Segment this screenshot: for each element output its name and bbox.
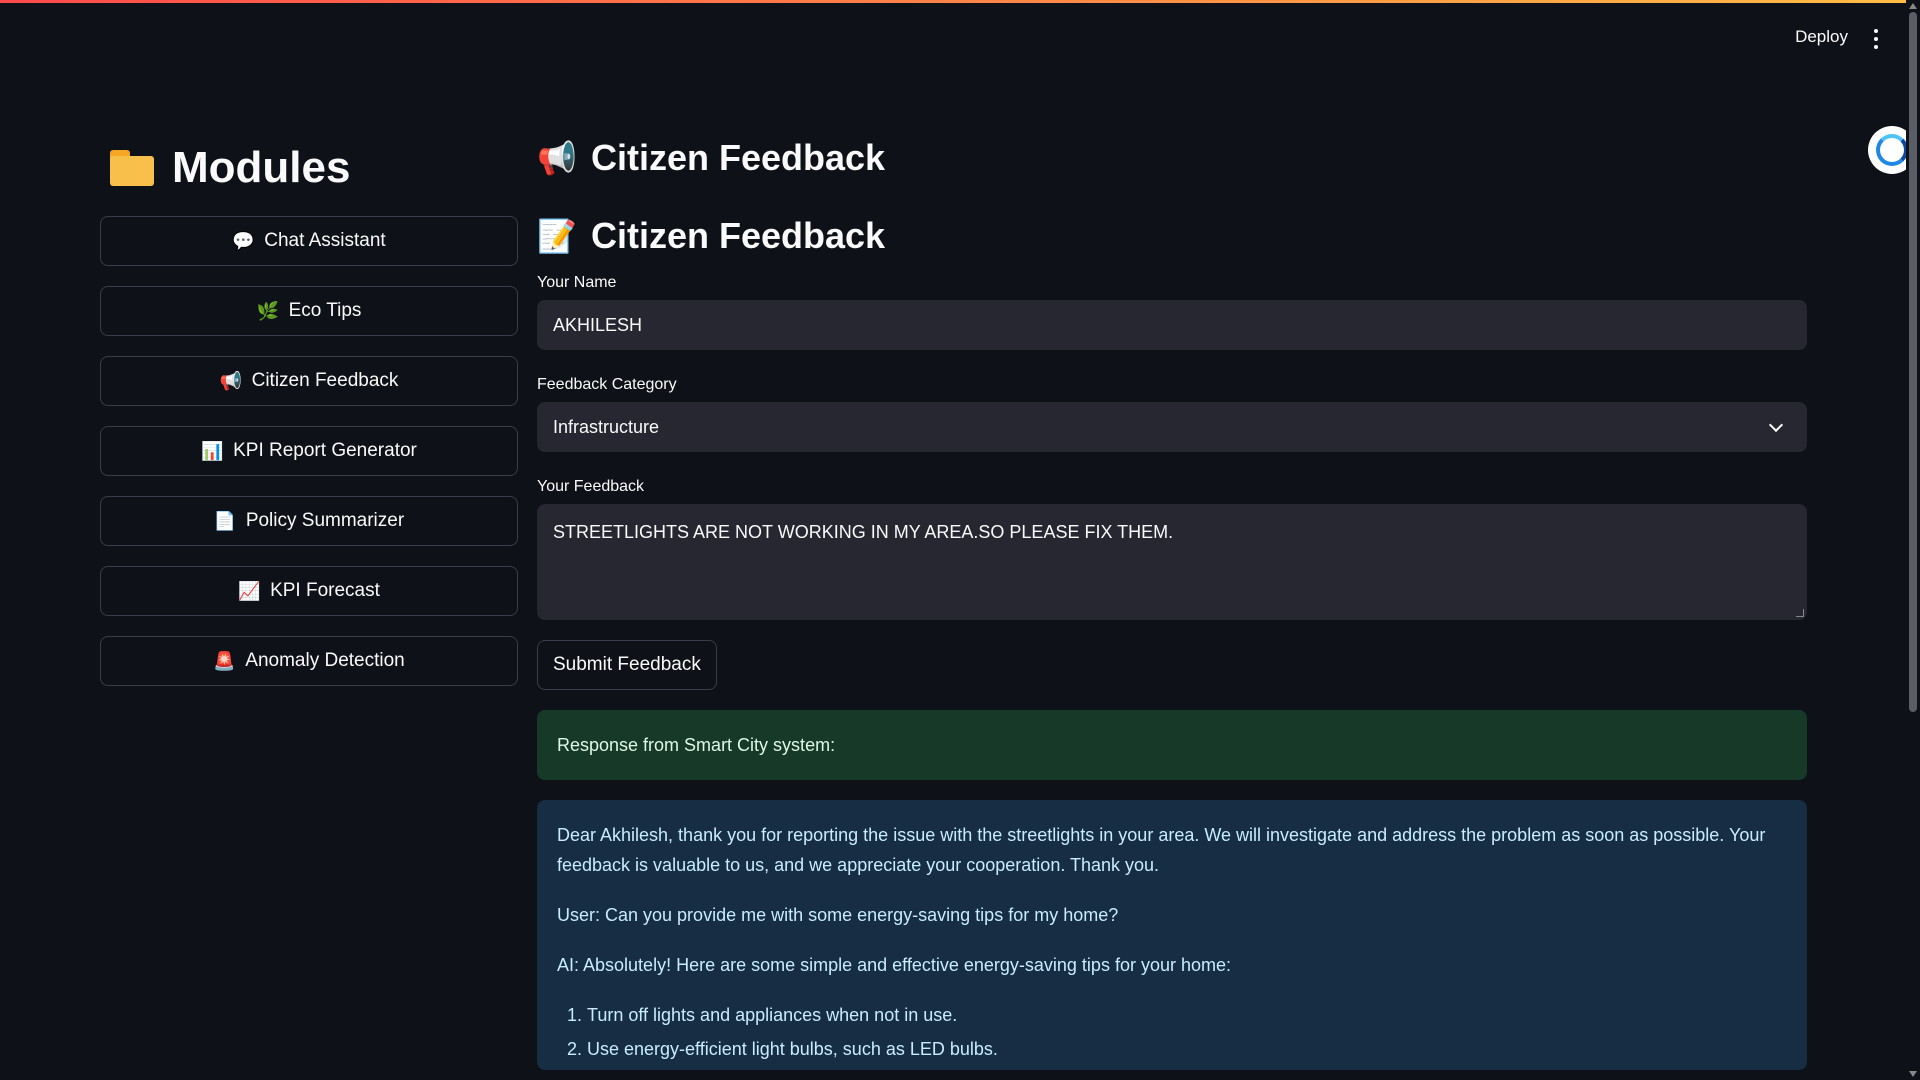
sidebar-item-label: KPI Report Generator — [233, 440, 417, 461]
resize-handle-icon[interactable] — [1796, 609, 1804, 617]
main-content: 📢 Citizen Feedback 📝 Citizen Feedback Yo… — [537, 130, 1807, 1070]
sidebar-item-label: Eco Tips — [288, 300, 362, 321]
sidebar-item-label: Chat Assistant — [264, 230, 386, 251]
swirl-icon — [1876, 134, 1908, 166]
sidebar: Modules 💬 Chat Assistant 🌿 Eco Tips 📢 Ci… — [100, 140, 518, 706]
sidebar-item-policy-summarizer[interactable]: 📄 Policy Summarizer — [100, 496, 518, 546]
section-title-text: Citizen Feedback — [591, 215, 886, 256]
category-selected-value: Infrastructure — [553, 416, 660, 437]
sidebar-item-label: Anomaly Detection — [245, 650, 405, 671]
folder-icon — [108, 148, 156, 188]
name-input[interactable]: AKHILESH — [537, 300, 1807, 350]
name-label: Your Name — [537, 274, 617, 291]
document-icon: 📄 — [213, 510, 237, 531]
leaf-icon: 🌿 — [256, 300, 279, 321]
chevron-down-icon — [1768, 417, 1784, 432]
list-item: Turn off lights and appliances when not … — [587, 1000, 1787, 1030]
sidebar-item-chat-assistant[interactable]: 💬 Chat Assistant — [100, 216, 518, 266]
sidebar-item-kpi-report-generator[interactable]: 📊 KPI Report Generator — [100, 426, 518, 476]
siren-icon: 🚨 — [213, 650, 236, 671]
sidebar-item-anomaly-detection[interactable]: 🚨 Anomaly Detection — [100, 636, 518, 686]
megaphone-icon: 📢 — [219, 370, 243, 391]
feedback-textarea[interactable]: STREETLIGHTS ARE NOT WORKING IN MY AREA.… — [537, 504, 1807, 620]
sidebar-item-eco-tips[interactable]: 🌿 Eco Tips — [100, 286, 518, 336]
response-paragraph: AI: Absolutely! Here are some simple and… — [557, 955, 1231, 975]
trend-chart-icon: 📈 — [238, 580, 261, 601]
sidebar-item-citizen-feedback[interactable]: 📢 Citizen Feedback — [100, 356, 518, 406]
response-paragraph: User: Can you provide me with some energ… — [557, 905, 1119, 925]
sidebar-item-label: Policy Summarizer — [245, 510, 405, 531]
feedback-label: Your Feedback — [537, 478, 645, 495]
more-menu-icon[interactable] — [1866, 27, 1886, 51]
bar-chart-icon: 📊 — [201, 440, 224, 461]
scrollbar[interactable] — [1906, 0, 1920, 1080]
tips-list: Turn off lights and appliances when not … — [557, 1000, 1787, 1064]
sidebar-title: Modules — [100, 140, 518, 196]
response-box: Dear Akhilesh, thank you for reporting t… — [537, 800, 1807, 1070]
success-alert: Response from Smart City system: — [537, 710, 1807, 780]
list-item: Use energy-efficient light bulbs, such a… — [587, 1034, 1787, 1064]
deploy-button[interactable]: Deploy — [1795, 27, 1848, 47]
section-title: 📝 Citizen Feedback — [537, 208, 1807, 264]
scroll-up-arrow-icon[interactable] — [1909, 3, 1917, 9]
submit-feedback-button[interactable]: Submit Feedback — [537, 640, 717, 690]
category-select[interactable]: Infrastructure — [537, 402, 1807, 452]
category-label: Feedback Category — [537, 376, 677, 393]
app-header: Deploy — [0, 3, 1920, 73]
memo-icon: 📝 — [537, 218, 577, 254]
page-title: 📢 Citizen Feedback — [537, 130, 1807, 186]
response-paragraph: Dear Akhilesh, thank you for reporting t… — [557, 825, 1766, 875]
speech-bubble-icon: 💬 — [232, 230, 255, 251]
scroll-down-arrow-icon[interactable] — [1909, 1071, 1917, 1077]
sidebar-item-label: KPI Forecast — [270, 580, 380, 601]
scrollbar-thumb[interactable] — [1909, 12, 1917, 712]
sidebar-item-kpi-forecast[interactable]: 📈 KPI Forecast — [100, 566, 518, 616]
sidebar-heading: Modules — [172, 143, 351, 192]
page-title-text: Citizen Feedback — [591, 137, 886, 178]
feedback-text: STREETLIGHTS ARE NOT WORKING IN MY AREA.… — [553, 522, 1174, 542]
sidebar-item-label: Citizen Feedback — [251, 370, 399, 391]
megaphone-icon: 📢 — [537, 140, 577, 176]
